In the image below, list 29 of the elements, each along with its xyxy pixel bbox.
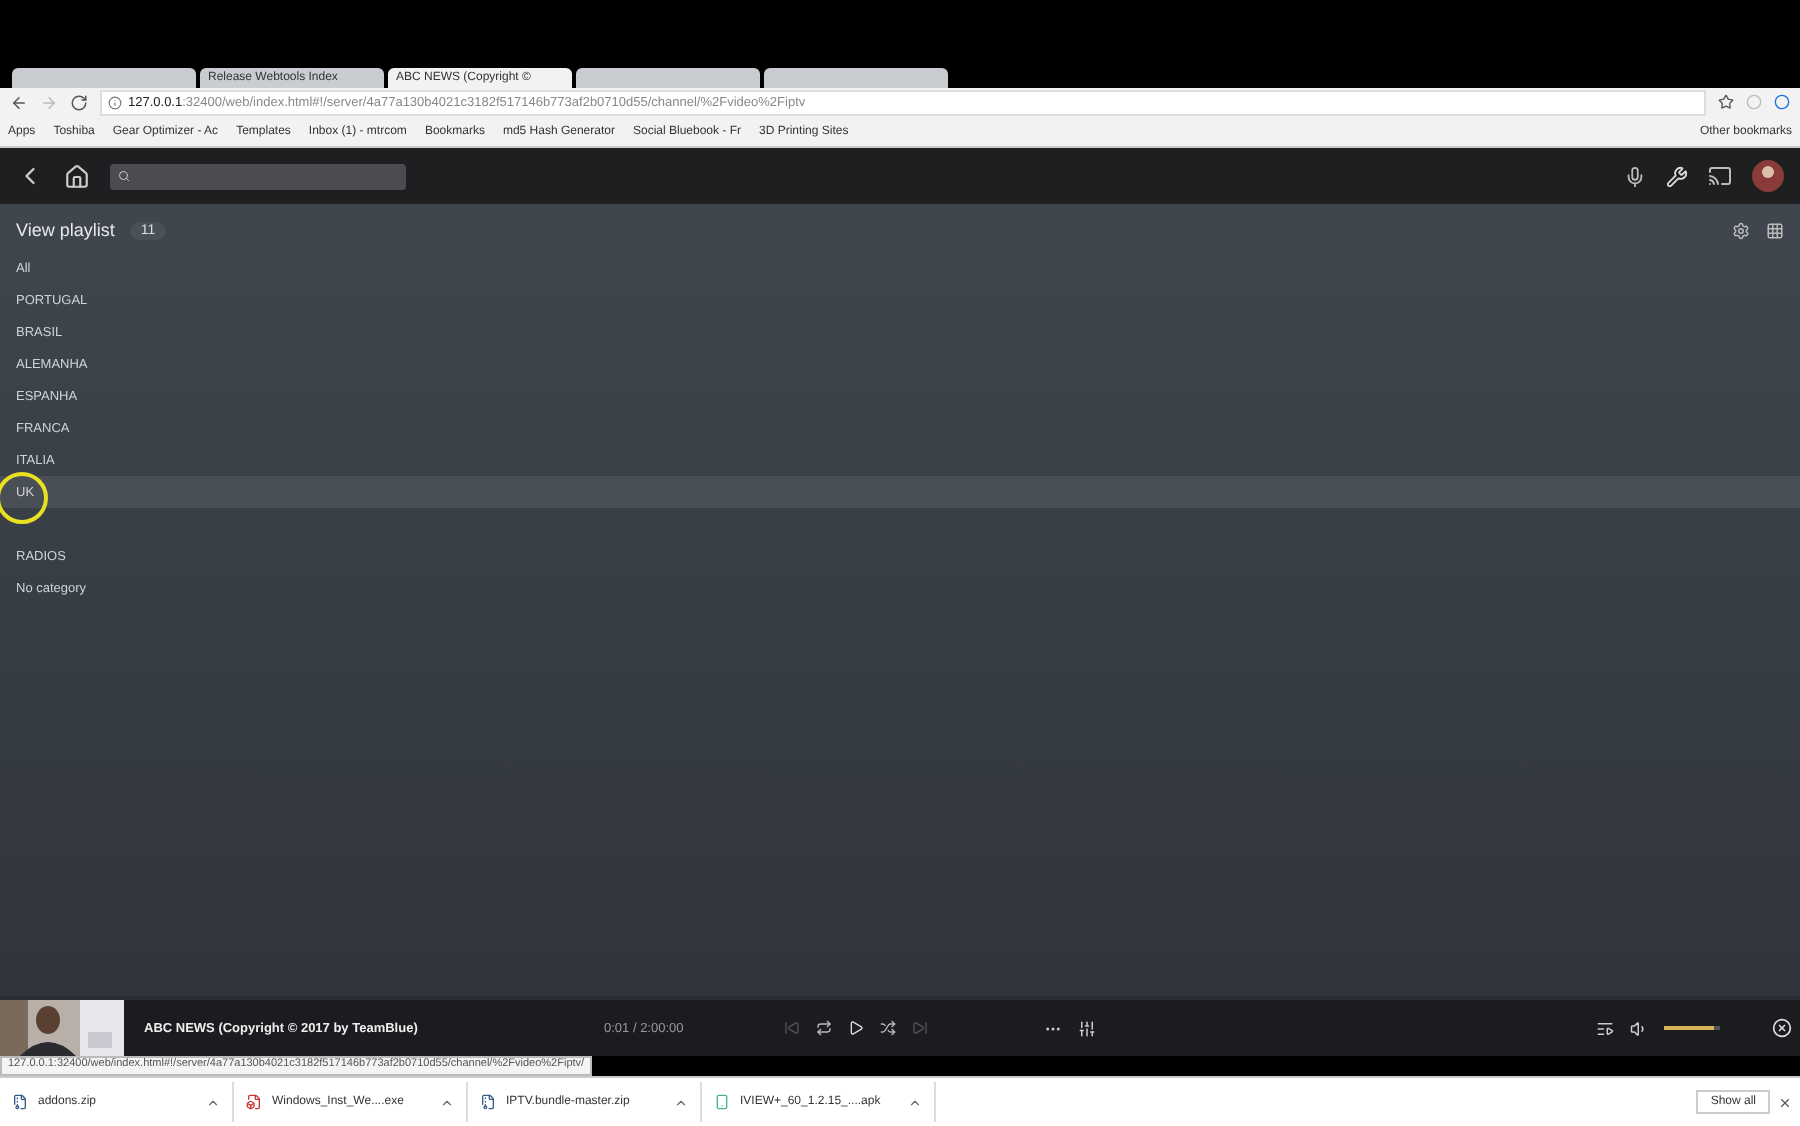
volume-icon[interactable]: [1630, 1019, 1648, 1037]
avatar[interactable]: [1752, 160, 1784, 192]
cursor-highlight-icon: [0, 472, 48, 524]
caret-icon[interactable]: [440, 1095, 454, 1109]
settings-icon[interactable]: [1732, 221, 1750, 239]
home-icon[interactable]: [64, 163, 90, 189]
playlist-title: View playlist: [16, 220, 115, 240]
back-icon[interactable]: [10, 93, 28, 111]
shuffle-icon[interactable]: [880, 1020, 896, 1036]
equalizer-icon[interactable]: [1078, 1019, 1096, 1037]
archive-icon: [12, 1094, 28, 1110]
info-icon: [108, 95, 122, 109]
close-icon[interactable]: [1778, 1095, 1792, 1109]
search-icon: [118, 170, 130, 182]
caret-icon[interactable]: [206, 1095, 220, 1109]
file-icon: [246, 1094, 262, 1110]
archive-icon: [480, 1094, 496, 1110]
cast-icon[interactable]: [1708, 164, 1732, 188]
play-icon[interactable]: [848, 1020, 864, 1036]
star-icon[interactable]: [1718, 94, 1734, 110]
repeat-icon[interactable]: [816, 1020, 832, 1036]
search-field[interactable]: [110, 163, 406, 189]
queue-icon[interactable]: [1596, 1019, 1614, 1037]
caret-icon[interactable]: [908, 1095, 922, 1109]
caret-icon[interactable]: [674, 1095, 688, 1109]
settings-icon[interactable]: [1666, 165, 1688, 187]
reload-icon[interactable]: [70, 93, 88, 111]
phone-icon: [714, 1094, 730, 1110]
grid-icon[interactable]: [1766, 221, 1784, 239]
